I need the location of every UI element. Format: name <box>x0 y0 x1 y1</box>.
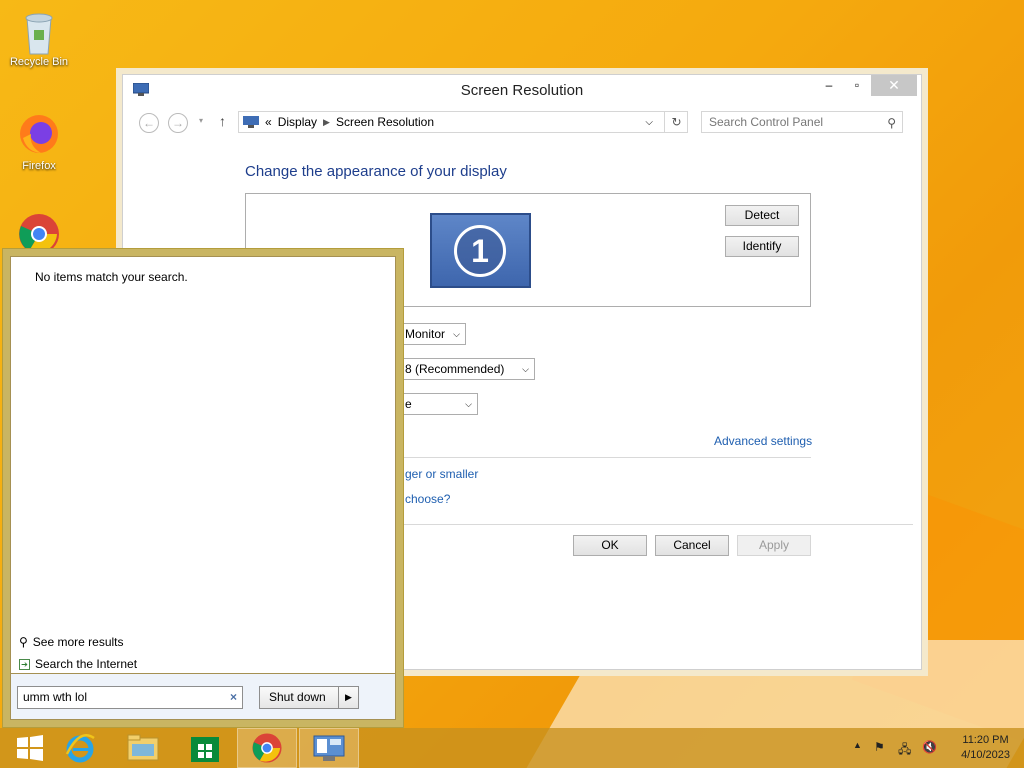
back-button[interactable]: ← <box>139 113 159 133</box>
taskbar: ▲ ⚑ 🖧 🔇 11:20 PM 4/10/2023 <box>0 728 1024 768</box>
text-size-link[interactable]: ger or smaller <box>405 467 478 481</box>
windows-logo-icon <box>17 735 43 761</box>
title-bar[interactable]: Screen Resolution – ▫ ✕ <box>123 75 921 105</box>
start-search-pane: No items match your search. ⚲ See more r… <box>2 248 404 728</box>
search-results-list: No items match your search. ⚲ See more r… <box>10 256 396 674</box>
monitor-1[interactable]: 1 <box>430 213 531 288</box>
search-control-panel-input[interactable]: Search Control Panel ⚲ <box>701 111 903 133</box>
orientation-select[interactable]: e ⌵ <box>399 393 478 415</box>
shut-down-options-arrow-icon[interactable]: ▶ <box>338 687 358 708</box>
show-hidden-icons-arrow[interactable]: ▲ <box>853 740 862 750</box>
search-placeholder: Search Control Panel <box>709 115 824 129</box>
control-panel-icon <box>313 735 345 761</box>
clear-search-icon[interactable]: × <box>230 687 237 708</box>
clock-date: 4/10/2023 <box>961 749 1010 761</box>
desktop-icon-label: Firefox <box>22 160 56 172</box>
clock-time: 11:20 PM <box>962 734 1009 746</box>
taskbar-clock[interactable]: 11:20 PM 4/10/2023 <box>961 733 1010 763</box>
page-heading: Change the appearance of your display <box>245 163 507 180</box>
see-more-results-link[interactable]: ⚲ See more results <box>19 635 124 649</box>
detect-button[interactable]: Detect <box>725 205 799 226</box>
action-center-icon[interactable]: ⚑ <box>874 740 885 754</box>
recycle-bin-icon <box>17 8 61 55</box>
chevron-down-icon: ⌵ <box>453 329 460 339</box>
resolution-select[interactable]: 8 (Recommended) ⌵ <box>399 358 535 380</box>
settings-help-link[interactable]: choose? <box>405 492 450 506</box>
ok-button[interactable]: OK <box>573 535 647 556</box>
apply-button[interactable]: Apply <box>737 535 811 556</box>
forward-button[interactable]: → <box>168 113 188 133</box>
breadcrumb-display[interactable]: Display <box>278 115 317 129</box>
display-select[interactable]: Monitor ⌵ <box>399 323 466 345</box>
search-icon[interactable]: ⚲ <box>887 113 896 133</box>
recent-pages-icon[interactable]: ▾ <box>199 116 203 125</box>
no-results-message: No items match your search. <box>35 270 188 284</box>
store-icon <box>191 737 219 762</box>
start-search-input[interactable]: umm wth lol × <box>17 686 243 709</box>
chrome-icon <box>252 733 282 763</box>
chevron-right-icon[interactable]: ▶ <box>323 117 330 128</box>
shut-down-button[interactable]: Shut down ▶ <box>259 686 359 709</box>
divider <box>399 457 811 458</box>
search-query-text: umm wth lol <box>23 690 88 704</box>
cancel-button[interactable]: Cancel <box>655 535 729 556</box>
magnifier-icon: ⚲ <box>19 635 28 649</box>
taskbar-file-explorer[interactable] <box>113 728 173 768</box>
advanced-settings-link[interactable]: Advanced settings <box>714 434 812 448</box>
search-internet-link[interactable]: ➔ Search the Internet <box>19 657 137 671</box>
volume-muted-icon[interactable]: 🔇 <box>922 740 937 754</box>
desktop-icon-recycle-bin[interactable]: Recycle Bin <box>3 8 75 68</box>
shut-down-label: Shut down <box>269 690 326 704</box>
see-more-results-label: See more results <box>32 635 124 649</box>
refresh-button[interactable]: ↻ <box>664 111 688 133</box>
resolution-select-value: 8 (Recommended) <box>405 362 505 376</box>
identify-button[interactable]: Identify <box>725 236 799 257</box>
arrow-right-box-icon: ➔ <box>19 658 30 670</box>
chevron-down-icon[interactable]: ⌵ <box>645 117 653 128</box>
desktop-icon-firefox[interactable]: Firefox <box>3 112 75 172</box>
firefox-icon <box>17 112 61 156</box>
display-icon <box>243 116 259 128</box>
network-icon[interactable]: 🖧 <box>898 740 911 761</box>
up-arrow-icon[interactable]: ↑ <box>219 113 226 129</box>
display-select-value: Monitor <box>405 327 446 341</box>
taskbar-chrome[interactable] <box>237 728 297 768</box>
orientation-select-value: e <box>405 397 412 411</box>
divider <box>399 524 913 525</box>
navigation-bar: ← → ▾ ↑ « Display ▶ Screen Resolution ⌵ … <box>123 105 921 141</box>
taskbar-internet-explorer[interactable] <box>50 728 110 768</box>
taskbar-control-panel[interactable] <box>299 728 359 768</box>
taskbar-store[interactable] <box>175 728 235 768</box>
internet-explorer-icon <box>65 734 95 763</box>
chevron-down-icon: ⌵ <box>465 399 472 409</box>
chevron-down-icon: ⌵ <box>522 364 529 374</box>
breadcrumb-screen-resolution[interactable]: Screen Resolution <box>336 115 434 129</box>
close-button[interactable]: ✕ <box>871 75 917 96</box>
folder-icon <box>127 734 159 761</box>
maximize-button[interactable]: ▫ <box>843 75 871 96</box>
desktop-icon-label: Recycle Bin <box>9 56 69 68</box>
breadcrumb-overflow[interactable]: « <box>265 115 272 129</box>
minimize-button[interactable]: – <box>815 75 843 96</box>
window-title: Screen Resolution <box>460 82 584 99</box>
search-pane-footer: umm wth lol × Shut down ▶ <box>10 674 396 720</box>
monitor-number: 1 <box>454 225 506 277</box>
search-internet-label: Search the Internet <box>35 657 138 671</box>
address-bar[interactable]: « Display ▶ Screen Resolution ⌵ <box>238 111 688 133</box>
